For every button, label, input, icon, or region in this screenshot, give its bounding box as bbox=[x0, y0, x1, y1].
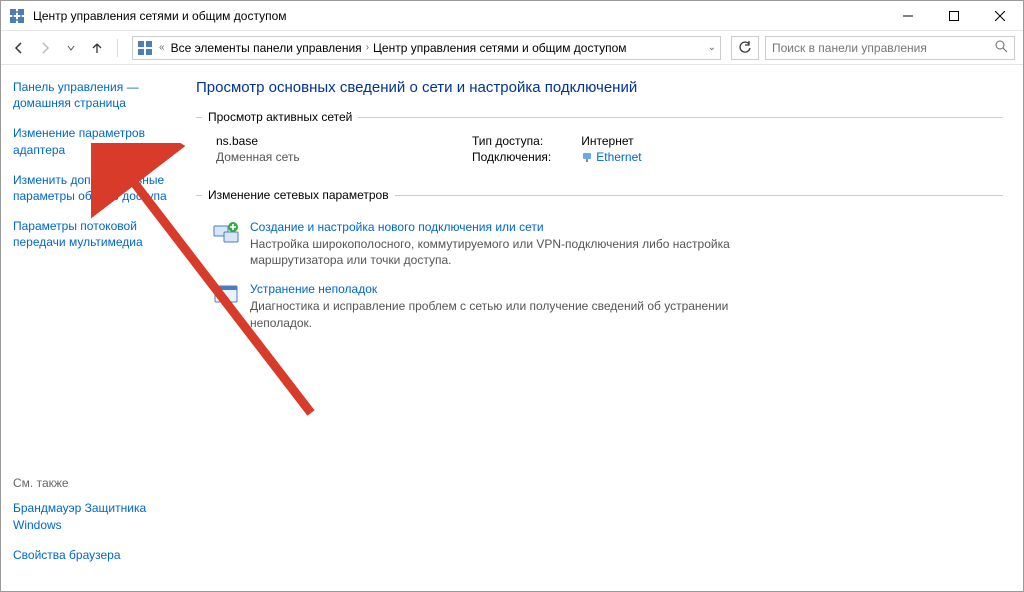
action-troubleshoot-link[interactable]: Устранение неполадок bbox=[250, 282, 770, 296]
window-controls bbox=[885, 1, 1023, 30]
action-troubleshoot: Устранение неполадок Диагностика и испра… bbox=[212, 282, 997, 330]
network-name: ns.base bbox=[216, 134, 472, 148]
label-access-type: Тип доступа: bbox=[472, 134, 551, 148]
action-new-connection-desc: Настройка широкополосного, коммутируемог… bbox=[250, 236, 770, 268]
history-dropdown-button[interactable] bbox=[61, 38, 81, 58]
up-button[interactable] bbox=[87, 38, 107, 58]
forward-button[interactable] bbox=[35, 38, 55, 58]
toolbar-separator bbox=[117, 39, 118, 57]
network-row: ns.base Доменная сеть Тип доступа: Подкл… bbox=[202, 134, 997, 166]
window-root: Центр управления сетями и общим доступом… bbox=[0, 0, 1024, 592]
troubleshoot-icon bbox=[212, 282, 240, 310]
active-networks-group: Просмотр активных сетей ns.base Доменная… bbox=[196, 110, 1003, 180]
minimize-button[interactable] bbox=[885, 1, 931, 30]
sidebar-link-browser-props[interactable]: Свойства браузера bbox=[13, 547, 174, 563]
sidebar-spacer bbox=[13, 265, 174, 477]
main-content: Просмотр основных сведений о сети и наст… bbox=[186, 65, 1023, 591]
action-new-connection: Создание и настройка нового подключения … bbox=[212, 220, 997, 268]
sidebar: Панель управления — домашняя страница Из… bbox=[1, 65, 186, 591]
addressbar[interactable]: « Все элементы панели управления › Центр… bbox=[132, 36, 721, 60]
maximize-button[interactable] bbox=[931, 1, 977, 30]
search-box[interactable] bbox=[765, 36, 1015, 60]
sidebar-link-adapter-settings[interactable]: Изменение параметров адаптера bbox=[13, 125, 174, 157]
sidebar-link-sharing-settings[interactable]: Изменить дополнительные параметры общего… bbox=[13, 172, 174, 204]
search-input[interactable] bbox=[772, 41, 995, 55]
label-connections: Подключения: bbox=[472, 150, 551, 164]
app-icon bbox=[9, 8, 25, 24]
addressbar-icon bbox=[137, 40, 153, 56]
sidebar-link-media-streaming[interactable]: Параметры потоковой передачи мультимедиа bbox=[13, 218, 174, 250]
change-settings-legend: Изменение сетевых параметров bbox=[202, 188, 395, 202]
window-title: Центр управления сетями и общим доступом bbox=[33, 9, 885, 23]
sidebar-link-home[interactable]: Панель управления — домашняя страница bbox=[13, 79, 174, 111]
search-icon[interactable] bbox=[995, 40, 1008, 56]
ethernet-icon bbox=[581, 151, 593, 163]
action-new-connection-link[interactable]: Создание и настройка нового подключения … bbox=[250, 220, 770, 234]
refresh-button[interactable] bbox=[731, 36, 759, 60]
page-heading: Просмотр основных сведений о сети и наст… bbox=[196, 79, 1003, 96]
action-troubleshoot-desc: Диагностика и исправление проблем с сеть… bbox=[250, 298, 770, 330]
sidebar-link-firewall[interactable]: Брандмауэр Защитника Windows bbox=[13, 500, 174, 532]
value-access-type: Интернет bbox=[581, 134, 641, 148]
chevron-left-icon: « bbox=[159, 42, 165, 53]
addressbar-dropdown-icon[interactable]: ⌄ bbox=[708, 42, 716, 53]
change-settings-group: Изменение сетевых параметров Создание и … bbox=[196, 188, 1003, 359]
toolbar: « Все элементы панели управления › Центр… bbox=[1, 31, 1023, 65]
new-connection-icon bbox=[212, 220, 240, 248]
close-button[interactable] bbox=[977, 1, 1023, 30]
chevron-right-icon: › bbox=[366, 42, 369, 53]
body-area: Панель управления — домашняя страница Из… bbox=[1, 65, 1023, 591]
connection-link-ethernet[interactable]: Ethernet bbox=[596, 150, 641, 164]
see-also-heading: См. также bbox=[13, 476, 174, 490]
network-type: Доменная сеть bbox=[216, 150, 472, 164]
titlebar: Центр управления сетями и общим доступом bbox=[1, 1, 1023, 31]
active-networks-legend: Просмотр активных сетей bbox=[202, 110, 358, 124]
breadcrumb: Все элементы панели управления › Центр у… bbox=[171, 41, 702, 55]
back-button[interactable] bbox=[9, 38, 29, 58]
breadcrumb-item-current[interactable]: Центр управления сетями и общим доступом bbox=[373, 41, 627, 55]
breadcrumb-item-all[interactable]: Все элементы панели управления bbox=[171, 41, 362, 55]
